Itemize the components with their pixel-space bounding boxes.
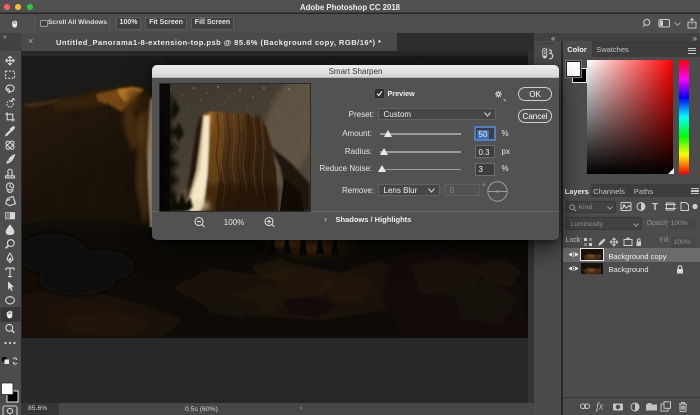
svg-text:fx: fx [596,402,604,413]
svg-text:T: T [652,202,658,212]
